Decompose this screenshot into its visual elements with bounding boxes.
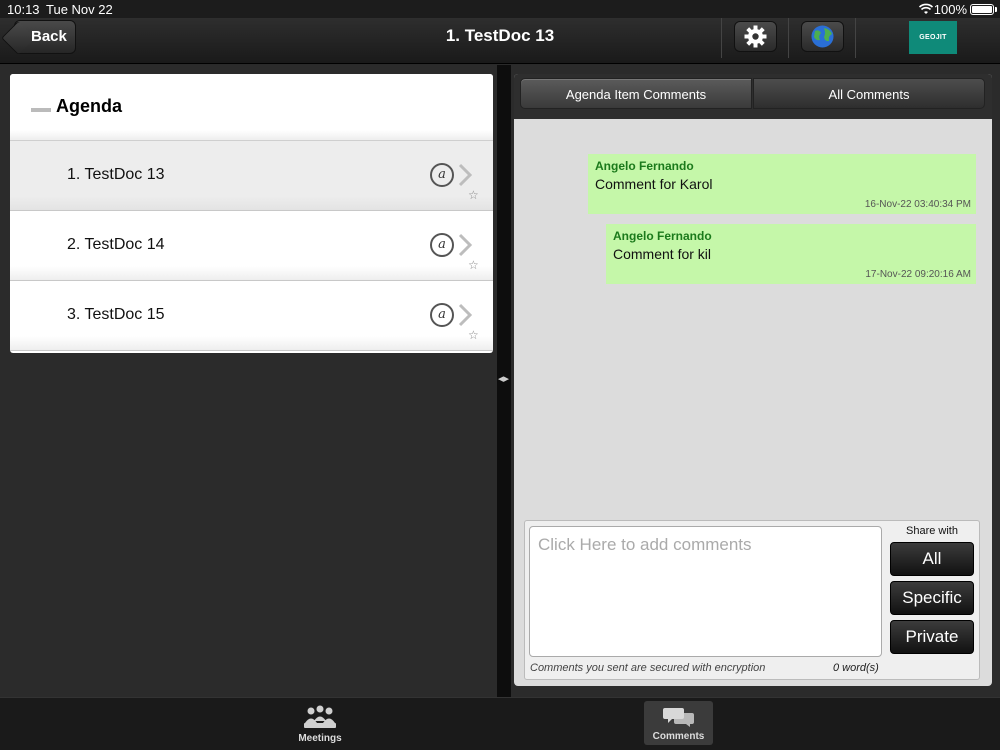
tab-meetings[interactable]: Meetings [290,701,350,745]
comments-container: Agenda Item Comments All Comments Angelo… [514,74,992,686]
globe-icon [811,25,834,48]
logo-text: GEOJIT [919,34,947,41]
page-title: 1. TestDoc 13 [445,26,555,45]
share-with-label: Share with [906,525,958,537]
comment-compose: Share with All Specific Private Comments… [524,520,980,680]
comment-timestamp: 16-Nov-22 03:40:34 PM [864,199,971,210]
agenda-item[interactable]: 2. TestDoc 14 a ☆ [10,211,493,281]
agenda-item[interactable]: 1. TestDoc 13 a ☆ [10,141,493,211]
bottom-tab-bar: Meetings Comments [0,697,1000,750]
comments-tabs: Agenda Item Comments All Comments [514,74,992,119]
tab-agenda-item-comments[interactable]: Agenda Item Comments [520,78,752,109]
language-button[interactable] [801,21,844,52]
agenda-item[interactable]: 3. TestDoc 15 a ☆ [10,281,493,351]
share-private-button[interactable]: Private [890,620,974,654]
nav-separator [788,18,789,58]
comment-text: Comment for Karol [595,176,713,192]
collapse-icon[interactable] [31,108,51,112]
split-divider[interactable]: ◂▸ [497,65,511,697]
company-logo: GEOJIT [909,21,957,54]
agenda-item-label: 1. TestDoc 13 [67,166,165,183]
comment-bubble: Angelo Fernando Comment for kil 17-Nov-2… [606,224,976,284]
at-mention-icon[interactable]: a [430,233,454,257]
comment-author: Angelo Fernando [613,229,712,243]
comment-text: Comment for kil [613,246,712,262]
chevron-right-icon[interactable] [457,303,475,327]
star-icon[interactable]: ☆ [468,259,479,271]
nav-separator [855,18,856,58]
word-count: 0 word(s) [833,662,879,674]
nav-separator [721,18,722,58]
settings-button[interactable] [734,21,777,52]
comment-input[interactable] [529,526,882,657]
agenda-item-label: 3. TestDoc 15 [67,306,165,323]
nav-bar: Back 1. TestDoc 13 GEOJIT [0,18,1000,64]
gear-icon [744,25,767,48]
wifi-icon [919,3,933,14]
tab-comments-label: Comments [652,731,705,742]
status-time: 10:13 [7,2,40,17]
agenda-title: Agenda [56,96,123,116]
battery-tip [995,7,997,12]
comment-timestamp: 17-Nov-22 09:20:16 AM [865,269,971,280]
agenda-list: Agenda 1. TestDoc 13 a ☆ 2. TestDoc 14 a… [10,74,493,353]
status-bar: 10:13 Tue Nov 22 100% [0,0,1000,18]
at-mention-icon[interactable]: a [430,303,454,327]
chevron-right-icon[interactable] [457,163,475,187]
share-specific-button[interactable]: Specific [890,581,974,615]
tab-all-comments[interactable]: All Comments [753,78,985,109]
agenda-panel: Agenda 1. TestDoc 13 a ☆ 2. TestDoc 14 a… [0,65,497,697]
encryption-note: Comments you sent are secured with encry… [530,662,766,674]
comment-author: Angelo Fernando [595,159,694,173]
comments-panel: Agenda Item Comments All Comments Angelo… [511,65,1000,697]
star-icon[interactable]: ☆ [468,329,479,341]
share-all-button[interactable]: All [890,542,974,576]
comments-icon [662,708,694,727]
tab-comments[interactable]: Comments [644,701,713,745]
tab-meetings-label: Meetings [298,733,342,744]
star-icon[interactable]: ☆ [468,189,479,201]
meetings-icon [304,705,336,728]
comment-bubble: Angelo Fernando Comment for Karol 16-Nov… [588,154,976,214]
at-mention-icon[interactable]: a [430,163,454,187]
agenda-header[interactable]: Agenda [10,74,493,141]
status-date: Tue Nov 22 [46,2,113,17]
agenda-item-label: 2. TestDoc 14 [67,236,165,253]
chevron-right-icon[interactable] [457,233,475,257]
battery-percent: 100% [933,2,967,17]
resize-handle-icon[interactable]: ◂▸ [498,372,509,385]
battery-icon [970,4,994,15]
